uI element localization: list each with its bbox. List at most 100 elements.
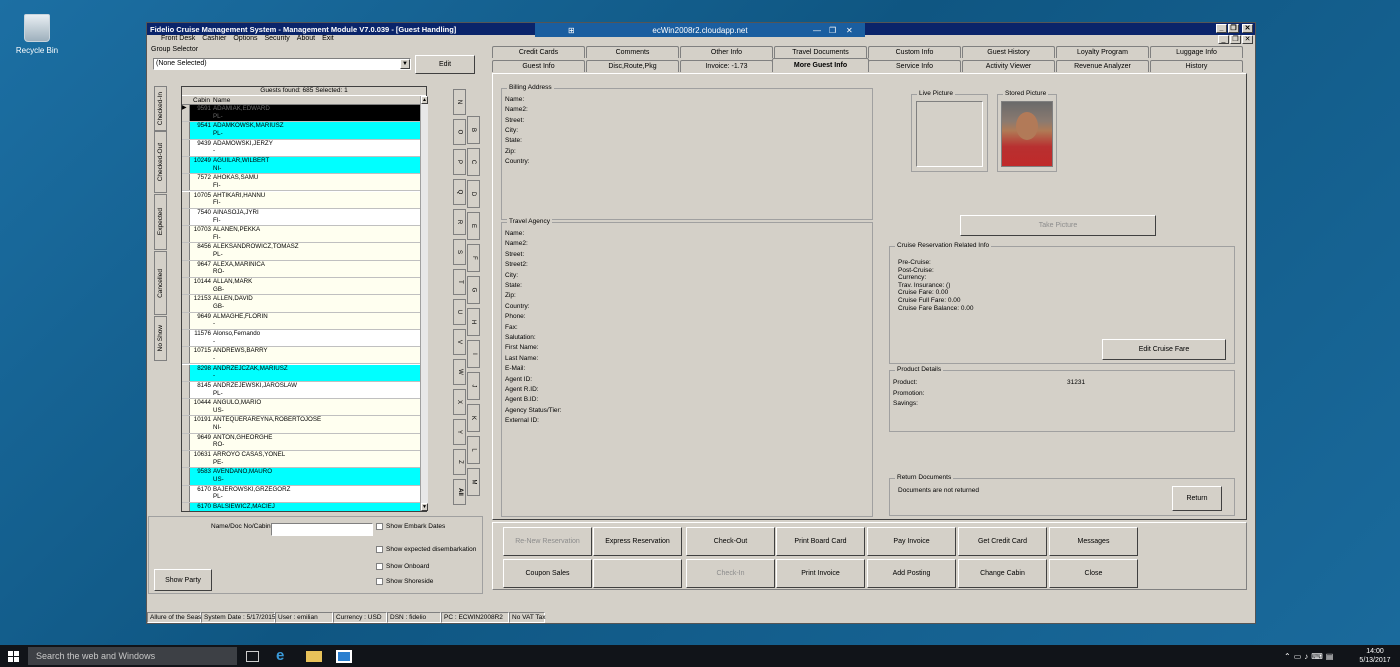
guest-row[interactable]: ▶ 9591 ADAMIAK,EDWARD PL-	[182, 105, 420, 123]
checkbox-box[interactable]	[376, 546, 383, 553]
return-button[interactable]: Return	[1172, 486, 1222, 511]
tab-loyalty-program[interactable]: Loyalty Program	[1056, 46, 1149, 58]
letter-tab-s[interactable]: S	[453, 239, 466, 265]
guest-row[interactable]: 9583 AVENDANO,MAURO US-	[182, 468, 420, 486]
print-invoice-button[interactable]: Print Invoice	[776, 559, 865, 588]
guest-row[interactable]: 6170 BALSIEWICZ,MACIEJ	[182, 502, 420, 511]
add-posting-button[interactable]: Add Posting	[867, 559, 956, 588]
system-tray-icons[interactable]: ⌃▭♪⌨▤	[1284, 652, 1336, 661]
windows-start-icon[interactable]	[8, 651, 19, 662]
tab-comments[interactable]: Comments	[586, 46, 679, 58]
status-tab-cancelled[interactable]: Cancelled	[154, 251, 167, 315]
guest-row[interactable]: 7572 AHOKAS,SAMU FI-	[182, 174, 420, 192]
letter-tab-j[interactable]: J	[467, 372, 480, 400]
scroll-up-icon[interactable]: ▲	[421, 96, 428, 104]
letter-tab-o[interactable]: O	[453, 119, 466, 145]
window-maximize-button[interactable]: ❐	[1228, 24, 1239, 33]
tab-more-guest-info[interactable]: More Guest Info	[772, 58, 869, 72]
recycle-bin[interactable]: Recycle Bin	[12, 14, 62, 55]
guest-row[interactable]: 10444 ANGULO,MARIO US-	[182, 399, 420, 417]
chevron-down-icon[interactable]: ▼	[400, 59, 410, 69]
name-doc-cabin-input[interactable]	[271, 523, 373, 536]
messages-button[interactable]: Messages	[1049, 527, 1138, 556]
status-tab-expected[interactable]: Expected	[154, 194, 167, 250]
letter-tab-k[interactable]: K	[467, 404, 480, 432]
tab-travel-documents[interactable]: Travel Documents	[774, 46, 867, 58]
get-credit-card-button[interactable]: Get Credit Card	[958, 527, 1047, 556]
letter-tab-g[interactable]: G	[467, 276, 480, 304]
letter-tab-b[interactable]: B	[467, 116, 480, 144]
guest-row[interactable]: 6170 BAJEROWSKI,GRZEGORZ PL-	[182, 485, 420, 503]
letter-tab-c[interactable]: C	[467, 148, 480, 176]
tab-other-info[interactable]: Other Info	[680, 46, 773, 58]
tab-custom-info[interactable]: Custom Info	[868, 46, 961, 58]
close-button[interactable]: Close	[1049, 559, 1138, 588]
guest-row[interactable]: 8456 ALEKSANDROWICZ,TOMASZ PL-	[182, 243, 420, 261]
menu-about[interactable]: About	[297, 35, 315, 45]
re-new-reservation-button[interactable]: Re-New Reservation	[503, 527, 592, 556]
guest-row[interactable]: 9649 ANTON,GHEORGHE RO-	[182, 433, 420, 451]
guest-row[interactable]: 9439 ADAMOWSKI,JERZY -	[182, 139, 420, 157]
guest-row[interactable]: 10715 ANDREWS,BARRY -	[182, 347, 420, 365]
status-tab-checked-in[interactable]: Checked-In	[154, 86, 167, 131]
letter-tab-v[interactable]: V	[453, 329, 466, 355]
letter-tab-z[interactable]: Z	[453, 449, 466, 475]
show-party-button[interactable]: Show Party	[154, 569, 212, 591]
letter-tab-y[interactable]: Y	[453, 419, 466, 445]
check-in-button[interactable]: Check-In	[686, 559, 775, 588]
express-reservation-button[interactable]: Express Reservation	[593, 527, 682, 556]
column-header-name[interactable]: Name	[213, 97, 230, 104]
check-out-button[interactable]: Check-Out	[686, 527, 775, 556]
change-cabin-button[interactable]: Change Cabin	[958, 559, 1047, 588]
checkbox-box[interactable]	[376, 523, 383, 530]
store-icon[interactable]	[336, 650, 352, 663]
empty-button[interactable]	[593, 559, 682, 588]
guest-row[interactable]: 12153 ALLEN,DAVID GB-	[182, 295, 420, 313]
letter-tab-n[interactable]: N	[453, 89, 466, 115]
letter-tab-m[interactable]: M	[467, 468, 480, 496]
letter-tab-d[interactable]: D	[467, 180, 480, 208]
group-edit-button[interactable]: Edit	[415, 55, 475, 74]
checkbox-show-expected-disembarkation[interactable]: Show expected disembarkation	[376, 546, 476, 553]
status-tab-no-show[interactable]: No Show	[154, 316, 167, 361]
guest-row[interactable]: 10703 ALANEN,PEKKA FI-	[182, 226, 420, 244]
window-minimize-button[interactable]: _	[1216, 24, 1227, 33]
scroll-down-icon[interactable]: ▼	[421, 503, 428, 511]
edge-browser-icon[interactable]: e	[276, 648, 292, 663]
mdi-minimize-button[interactable]: _	[1218, 35, 1229, 44]
guest-row[interactable]: 10191 ANTEQUERAREYNA,ROBERTOJOSE NI-	[182, 416, 420, 434]
tab-credit-cards[interactable]: Credit Cards	[492, 46, 585, 58]
menu-exit[interactable]: Exit	[322, 35, 334, 45]
checkbox-box[interactable]	[376, 563, 383, 570]
guest-row[interactable]: 7540 AINASOJA,JYRI FI-	[182, 208, 420, 227]
letter-tab-f[interactable]: F	[467, 244, 480, 272]
letter-tab-q[interactable]: Q	[453, 179, 466, 205]
taskbar-search-box[interactable]: Search the web and Windows	[28, 647, 237, 665]
rdp-minimize-button[interactable]: —	[813, 26, 821, 35]
tab-history[interactable]: History	[1150, 60, 1243, 72]
mdi-maximize-button[interactable]: ❐	[1230, 35, 1241, 44]
status-tab-checked-out[interactable]: Checked-Out	[154, 131, 167, 193]
guest-row[interactable]: 10249 AGUILAR,WILBERT NI-	[182, 156, 420, 175]
guest-row[interactable]: 9647 ALEXA,MARINICA RO-	[182, 260, 420, 278]
tab-activity-viewer[interactable]: Activity Viewer	[962, 60, 1055, 72]
guest-row[interactable]: 10705 AHTIKARI,HANNU FI-	[182, 191, 420, 209]
taskbar-clock[interactable]: 14:00 5/13/2017	[1355, 647, 1395, 665]
guest-row[interactable]: 11576 Alonso,Fernando -	[182, 329, 420, 348]
tab-invoice-1-73[interactable]: Invoice: -1.73	[680, 60, 773, 72]
guest-row[interactable]: 8298 ANDRZEJCZAK,MARIUSZ -	[182, 364, 420, 382]
tab-guest-history[interactable]: Guest History	[962, 46, 1055, 58]
letter-tab-w[interactable]: W	[453, 359, 466, 385]
guest-row[interactable]: 9541 ADAMKOWSK,MARIUSZ PL-	[182, 122, 420, 140]
menu-security[interactable]: Security	[264, 35, 289, 45]
menu-cashier[interactable]: Cashier	[202, 35, 226, 45]
tab-disc-route-pkg[interactable]: Disc,Route,Pkg	[586, 60, 679, 72]
group-selector-dropdown[interactable]: (None Selected) ▼	[153, 58, 411, 70]
column-header-cabin[interactable]: Cabin	[193, 97, 210, 104]
tab-guest-info[interactable]: Guest Info	[492, 60, 585, 72]
letter-tab-r[interactable]: R	[453, 209, 466, 235]
letter-tab-x[interactable]: X	[453, 389, 466, 415]
letter-tab-e[interactable]: E	[467, 212, 480, 240]
tab-revenue-analyzer[interactable]: Revenue Analyzer	[1056, 60, 1149, 72]
task-view-icon[interactable]	[246, 651, 259, 662]
